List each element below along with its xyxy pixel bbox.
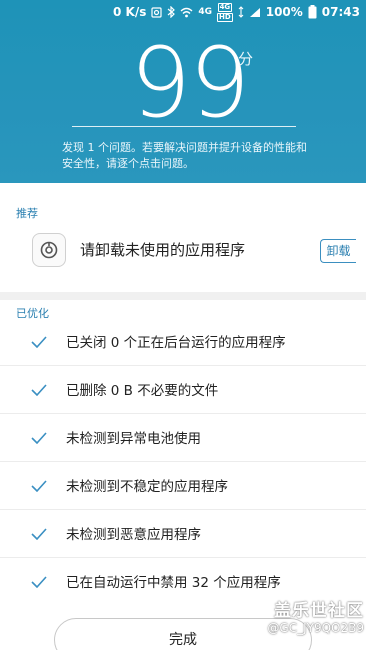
score-unit: 分 bbox=[238, 50, 254, 68]
signal-icon bbox=[249, 7, 261, 18]
lte-label: 4G bbox=[217, 2, 233, 12]
screenshot-icon bbox=[151, 6, 162, 18]
app-uninstall-icon bbox=[32, 233, 66, 267]
list-item: 未检测到恶意应用程序 bbox=[0, 510, 366, 558]
bluetooth-icon bbox=[167, 6, 176, 18]
check-icon bbox=[31, 573, 47, 592]
list-item-text: 已关闭 0 个正在后台运行的应用程序 bbox=[66, 335, 286, 351]
lte-hd-badge: 4G HD bbox=[217, 2, 233, 22]
section-separator bbox=[0, 292, 366, 300]
wifi-icon bbox=[180, 7, 193, 18]
score-area: 99 分 bbox=[0, 27, 366, 139]
score-value: 99 bbox=[130, 27, 250, 139]
network-speed: 0 K/s bbox=[113, 5, 147, 19]
content-panel: 推荐 请卸载未使用的应用程序 卸载 已优化 已关闭 0 个正在后台运行的应用程序… bbox=[0, 183, 366, 650]
community-watermark: 盖乐世社区 @GC_JY9QO2B9 bbox=[246, 596, 364, 635]
watermark-user: @GC_JY9QO2B9 bbox=[267, 621, 364, 635]
recommend-item-text: 请卸载未使用的应用程序 bbox=[80, 241, 246, 259]
uninstall-button[interactable]: 卸载 bbox=[320, 239, 356, 263]
score-divider bbox=[72, 126, 296, 127]
list-item-text: 未检测到不稳定的应用程序 bbox=[66, 479, 228, 495]
score-description: 发现 1 个问题。若要解决问题并提升设备的性能和安全性，请逐个点击问题。 bbox=[62, 141, 307, 170]
data-arrows-icon bbox=[238, 6, 244, 18]
list-item-text: 已删除 0 B 不必要的文件 bbox=[66, 383, 219, 399]
list-item: 未检测到不稳定的应用程序 bbox=[0, 462, 366, 510]
check-icon bbox=[31, 477, 47, 496]
battery-icon bbox=[308, 5, 317, 19]
battery-percent: 100% bbox=[265, 5, 303, 19]
score-header: 0 K/s 4G 4G HD 100% 07:43 99 分 发现 1 个问题。… bbox=[0, 0, 366, 183]
watermark-brand: 盖乐世社区 bbox=[274, 601, 364, 621]
list-item-text: 已在自动运行中禁用 32 个应用程序 bbox=[66, 575, 281, 591]
clock: 07:43 bbox=[321, 5, 360, 19]
network-4g-label: 4G bbox=[198, 7, 213, 17]
check-icon bbox=[31, 525, 47, 544]
check-icon bbox=[31, 333, 47, 352]
list-item-text: 未检测到异常电池使用 bbox=[66, 431, 201, 447]
list-item-text: 未检测到恶意应用程序 bbox=[66, 527, 201, 543]
status-bar: 0 K/s 4G 4G HD 100% 07:43 bbox=[0, 0, 366, 24]
recommend-section-label: 推荐 bbox=[16, 207, 38, 220]
list-item: 已删除 0 B 不必要的文件 bbox=[0, 366, 366, 414]
list-item: 未检测到异常电池使用 bbox=[0, 414, 366, 462]
check-icon bbox=[31, 381, 47, 400]
list-item: 已关闭 0 个正在后台运行的应用程序 bbox=[0, 318, 366, 366]
hd-label: HD bbox=[217, 12, 233, 22]
check-icon bbox=[31, 429, 47, 448]
recommend-item[interactable]: 请卸载未使用的应用程序 卸载 bbox=[0, 223, 366, 281]
